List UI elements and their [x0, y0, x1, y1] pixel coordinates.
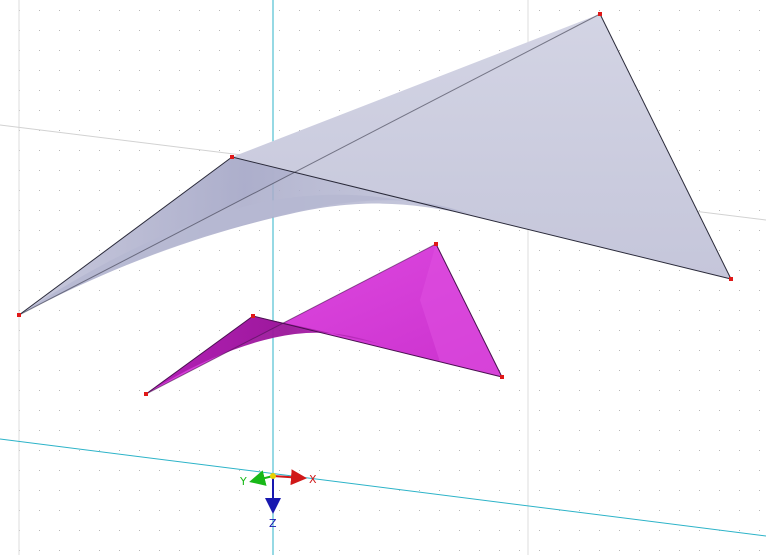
model-canvas[interactable]: X Y Z	[0, 0, 766, 555]
node[interactable]	[251, 314, 255, 318]
y-axis-label: Y	[239, 475, 247, 488]
coordinate-system-triad: X Y Z	[239, 469, 317, 530]
node[interactable]	[144, 392, 148, 396]
upper-surface-fill	[19, 14, 731, 315]
x-axis-label: X	[309, 473, 317, 486]
node[interactable]	[729, 277, 733, 281]
z-axis-label: Z	[269, 517, 277, 530]
origin-point	[270, 473, 276, 479]
node[interactable]	[17, 313, 21, 317]
node[interactable]	[434, 242, 438, 246]
3d-viewport[interactable]: X Y Z	[0, 0, 766, 555]
upper-membrane-surface[interactable]	[18, 13, 732, 316]
node[interactable]	[500, 375, 504, 379]
lower-membrane-surface[interactable]	[145, 243, 503, 395]
node[interactable]	[230, 155, 234, 159]
y-axis-arrow	[249, 470, 274, 486]
node[interactable]	[598, 12, 602, 16]
